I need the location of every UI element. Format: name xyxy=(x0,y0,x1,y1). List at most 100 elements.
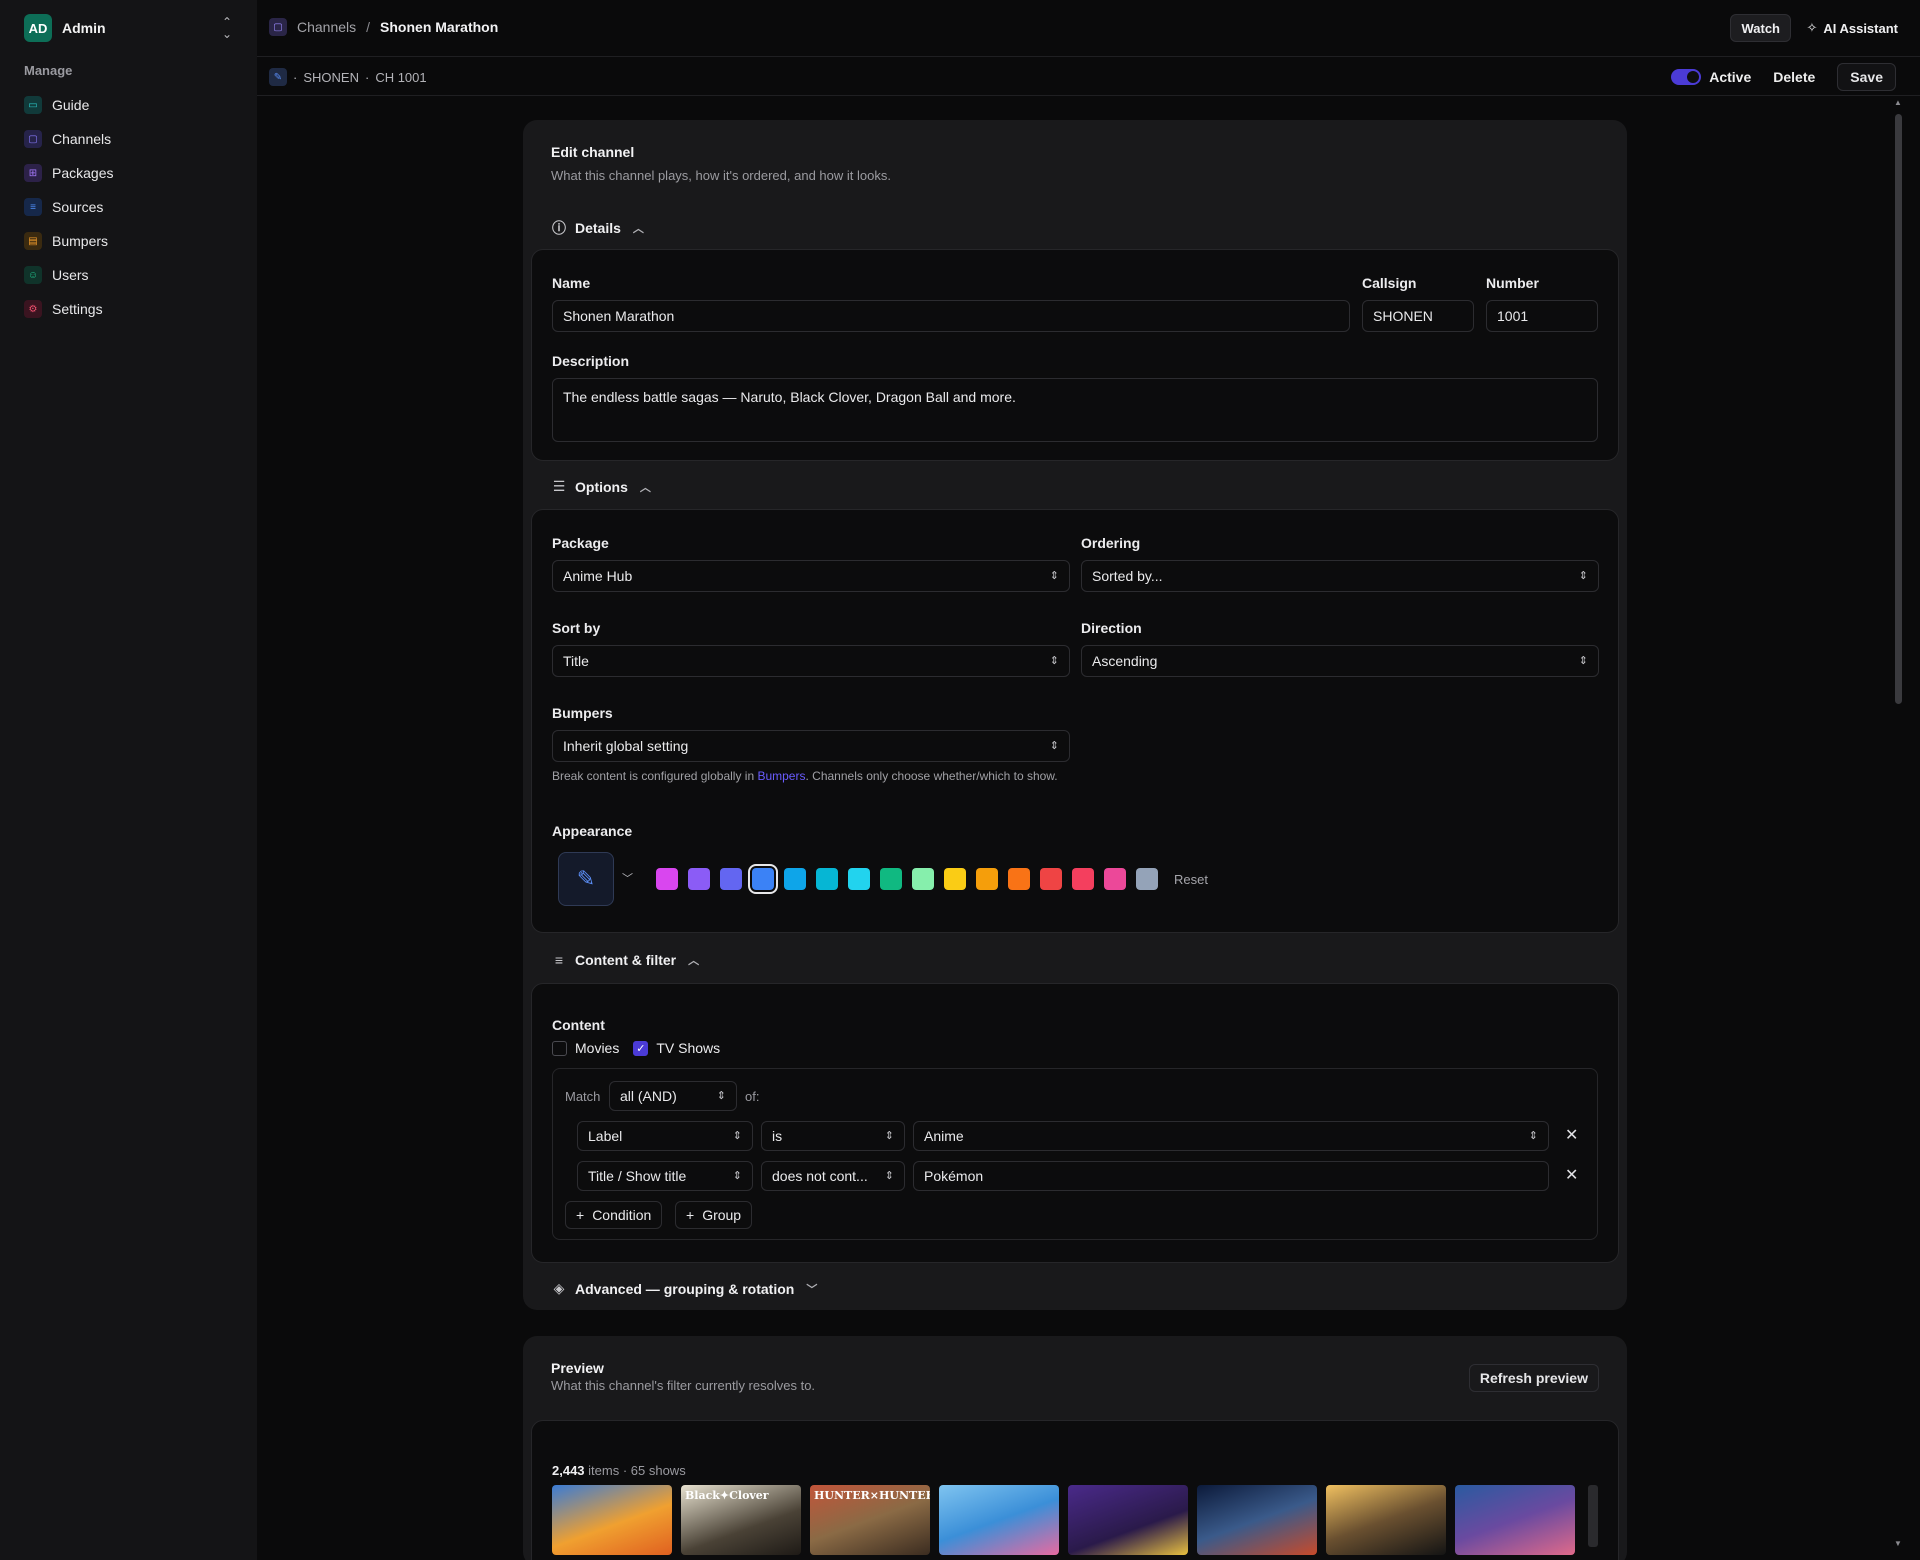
rule-field-select[interactable]: Title / Show title ⇕ xyxy=(577,1161,753,1191)
match-mode-value: all (AND) xyxy=(620,1088,677,1104)
sparkle-icon: ✧ xyxy=(1806,20,1818,35)
sidebar-item-label: Sources xyxy=(52,199,104,215)
sliders-icon: ☰ xyxy=(552,478,566,494)
chevron-updown-icon: ⇕ xyxy=(1528,1129,1538,1142)
sidebar-item-guide[interactable]: ▭ Guide xyxy=(24,88,239,122)
ai-assistant-button[interactable]: ✧ AI Assistant xyxy=(1806,14,1898,42)
options-section-toggle[interactable]: ☰ Options ︿ xyxy=(551,478,651,495)
bumpers-select[interactable]: Inherit global setting ⇕ xyxy=(552,730,1070,762)
remove-rule-icon[interactable]: ✕ xyxy=(1565,1125,1578,1145)
name-input[interactable]: Shonen Marathon xyxy=(552,300,1350,332)
preview-title: Preview xyxy=(551,1360,604,1376)
color-swatch[interactable] xyxy=(688,868,710,890)
sidebar-item-label: Users xyxy=(52,267,89,283)
rule-operator-value: is xyxy=(772,1128,783,1144)
content-filter-section-toggle[interactable]: ≡ Content & filter ︿ xyxy=(551,952,699,968)
sortby-select[interactable]: Title ⇕ xyxy=(552,645,1070,677)
movies-checkbox[interactable]: Movies xyxy=(552,1040,619,1056)
ordering-select[interactable]: Sorted by... ⇕ xyxy=(1081,560,1599,592)
tv-shows-checkbox[interactable]: ✓ TV Shows xyxy=(633,1040,720,1056)
match-mode-select[interactable]: all (AND) ⇕ xyxy=(609,1081,737,1111)
color-swatch[interactable] xyxy=(784,868,806,890)
rule-operator-select[interactable]: does not cont... ⇕ xyxy=(761,1161,905,1191)
sidebar-item-users[interactable]: ☺ Users xyxy=(24,258,239,292)
preview-thumbnail[interactable] xyxy=(939,1485,1059,1555)
separator-dot: · xyxy=(293,69,298,85)
number-input[interactable]: 1001 xyxy=(1486,300,1598,332)
page-scrollbar[interactable]: ▲ ▼ xyxy=(1893,98,1903,1548)
preview-thumbnail[interactable]: Black✦Clover xyxy=(681,1485,801,1555)
color-swatch[interactable] xyxy=(748,864,778,894)
direction-select[interactable]: Ascending ⇕ xyxy=(1081,645,1599,677)
preview-thumbnail[interactable] xyxy=(1455,1485,1575,1555)
preview-thumbnail[interactable] xyxy=(1326,1485,1446,1555)
add-group-button[interactable]: + Group xyxy=(675,1201,753,1229)
sidebar-item-label: Packages xyxy=(52,165,114,181)
chevron-up-icon: ︿ xyxy=(688,955,700,967)
scroll-up-icon[interactable]: ▲ xyxy=(1893,98,1903,107)
color-swatch[interactable] xyxy=(976,868,998,890)
preview-thumbnail[interactable] xyxy=(1197,1485,1317,1555)
color-swatch[interactable] xyxy=(720,868,742,890)
callsign-input[interactable]: SHONEN xyxy=(1362,300,1474,332)
rule-operator-select[interactable]: is ⇕ xyxy=(761,1121,905,1151)
sidebar-item-label: Bumpers xyxy=(52,233,109,249)
save-button[interactable]: Save xyxy=(1837,63,1896,91)
chevron-updown-icon: ⇕ xyxy=(732,1169,742,1182)
account-name: Admin xyxy=(62,20,106,36)
chevron-updown-icon: ⇕ xyxy=(716,1089,726,1102)
channel-icon-picker[interactable]: ✎ xyxy=(558,852,614,906)
color-swatch[interactable] xyxy=(944,868,966,890)
sidebar-item-channels[interactable]: ▢ Channels xyxy=(24,122,239,156)
tv-icon: ▢ xyxy=(269,18,287,36)
remove-rule-icon[interactable]: ✕ xyxy=(1565,1165,1578,1185)
watch-button[interactable]: Watch xyxy=(1730,14,1791,42)
color-swatch[interactable] xyxy=(912,868,934,890)
preview-scrollbar[interactable] xyxy=(1588,1485,1598,1547)
sidebar-item-settings[interactable]: ⚙ Settings xyxy=(24,292,239,326)
sidebar-item-sources[interactable]: ≡ Sources xyxy=(24,190,239,224)
color-swatch[interactable] xyxy=(1104,868,1126,890)
scrollbar-thumb[interactable] xyxy=(1895,114,1902,704)
rule-field-select[interactable]: Label ⇕ xyxy=(577,1121,753,1151)
package-select[interactable]: Anime Hub ⇕ xyxy=(552,560,1070,592)
color-swatch[interactable] xyxy=(880,868,902,890)
scroll-down-icon[interactable]: ▼ xyxy=(1893,1539,1903,1548)
breadcrumb-channels-link[interactable]: Channels xyxy=(297,19,356,35)
sidebar: AD Admin ⌃ ⌄ Manage ▭ Guide ▢ Channels ⊞ … xyxy=(0,0,257,1560)
advanced-section-toggle[interactable]: ◈ Advanced — grouping & rotation ﹀ xyxy=(551,1280,818,1297)
rule-value-input[interactable]: Pokémon xyxy=(913,1161,1549,1191)
sidebar-item-label: Channels xyxy=(52,131,112,147)
add-condition-label: Condition xyxy=(592,1207,652,1223)
description-textarea[interactable]: The endless battle sagas — Naruto, Black… xyxy=(552,378,1598,442)
sidebar-item-packages[interactable]: ⊞ Packages xyxy=(24,156,239,190)
sortby-value: Title xyxy=(563,653,589,669)
details-section-toggle[interactable]: ⓘ Details ︿ xyxy=(551,218,644,238)
reset-color-button[interactable]: Reset xyxy=(1174,872,1208,887)
bumpers-link[interactable]: Bumpers xyxy=(757,769,805,783)
preview-thumbnail[interactable] xyxy=(552,1485,672,1555)
chevron-updown-icon: ⇕ xyxy=(732,1129,742,1142)
thumbnail-title: HUNTER×HUNTER xyxy=(814,1489,930,1502)
add-condition-button[interactable]: + Condition xyxy=(565,1201,663,1229)
color-swatch[interactable] xyxy=(1136,868,1158,890)
section-title: Advanced — grouping & rotation xyxy=(575,1280,795,1297)
preview-thumbnail[interactable] xyxy=(1068,1485,1188,1555)
refresh-preview-button[interactable]: Refresh preview xyxy=(1468,1364,1599,1392)
channel-number: CH 1001 xyxy=(375,69,427,85)
delete-button[interactable]: Delete xyxy=(1765,69,1823,85)
package-value: Anime Hub xyxy=(563,568,633,584)
chevron-down-icon[interactable]: ﹀ xyxy=(622,870,633,886)
rule-value-select[interactable]: Anime ⇕ xyxy=(913,1121,1549,1151)
color-swatch[interactable] xyxy=(1072,868,1094,890)
color-swatch[interactable] xyxy=(816,868,838,890)
color-swatch[interactable] xyxy=(848,868,870,890)
preview-thumbnail[interactable]: HUNTER×HUNTER xyxy=(810,1485,930,1555)
color-swatch[interactable] xyxy=(1040,868,1062,890)
account-switcher[interactable]: AD Admin ⌃ ⌄ xyxy=(24,14,232,42)
sidebar-item-bumpers[interactable]: ▤ Bumpers xyxy=(24,224,239,258)
color-swatch[interactable] xyxy=(656,868,678,890)
info-icon: ⓘ xyxy=(552,220,566,236)
color-swatch[interactable] xyxy=(1008,868,1030,890)
active-toggle[interactable] xyxy=(1671,69,1702,85)
